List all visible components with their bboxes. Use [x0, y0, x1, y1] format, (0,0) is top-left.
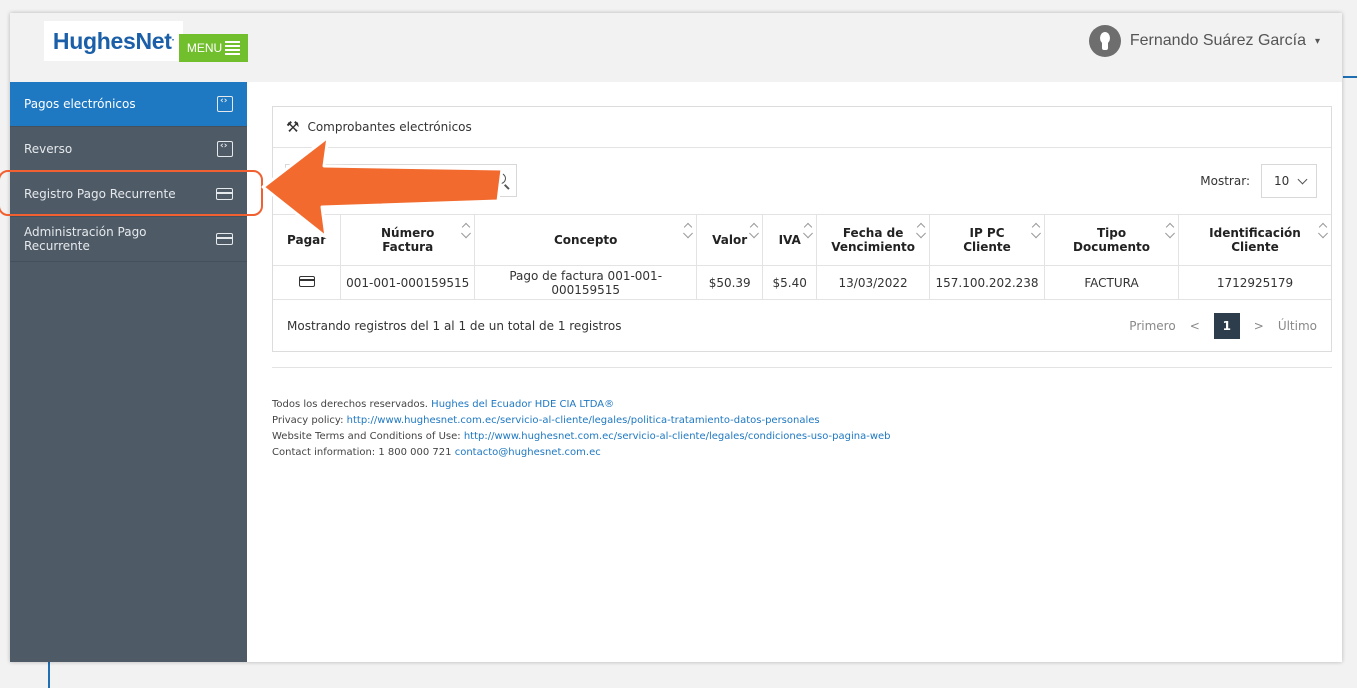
table-footer: Mostrando registros del 1 al 1 de un tot…: [273, 300, 1331, 351]
hughesnet-logo[interactable]: HughesNet.: [44, 21, 183, 61]
sidebar-item-label: Registro Pago Recurrente: [24, 187, 176, 201]
hamburger-icon: [225, 39, 241, 57]
contact-label: Contact information: 1 800 000 721: [272, 447, 452, 458]
menu-label: MENU: [186, 41, 223, 55]
user-avatar-icon: [1088, 25, 1121, 57]
page-size-control: Mostrar: 10: [1200, 164, 1317, 198]
fecha-cell: 13/03/2022: [816, 265, 931, 300]
pagination-current-page[interactable]: 1: [1213, 312, 1240, 339]
top-bar: HughesNet. MENU Fernando Suárez García ▾: [10, 13, 1342, 82]
sort-icon: [1031, 222, 1041, 232]
menu-button[interactable]: MENU: [179, 34, 248, 62]
page-size-select[interactable]: 10: [1261, 164, 1317, 198]
identificacion-cell: 1712925179: [1178, 265, 1331, 300]
invoices-table: Pagar Número Factura Concepto Valor IVA …: [273, 214, 1331, 300]
tipo-documento-cell: FACTURA: [1044, 265, 1180, 300]
sort-icon: [683, 222, 693, 232]
sort-icon: [749, 222, 759, 232]
sidebar-item-label: Pagos electrónicos: [24, 97, 136, 111]
chevron-down-icon: [1297, 174, 1308, 184]
panel-title: Comprobantes electrónicos: [307, 120, 472, 134]
sidebar-item-pagos-electronicos[interactable]: Pagos electrónicos: [10, 82, 247, 127]
sidebar-item-administracion-pago-recurrente[interactable]: Administración Pago Recurrente: [10, 217, 247, 262]
column-header-iva[interactable]: IVA: [762, 214, 818, 266]
pagination: Primero < 1 > Último: [1129, 312, 1317, 339]
terms-link[interactable]: http://www.hughesnet.com.ec/servicio-al-…: [464, 431, 891, 442]
pagination-last[interactable]: Último: [1278, 319, 1317, 333]
column-header-ip-pc-cliente[interactable]: IP PC Cliente: [929, 214, 1046, 266]
sort-icon: [916, 222, 926, 232]
comprobantes-panel: ⚒ Comprobantes electrónicos Mostrar: 10: [272, 106, 1332, 352]
pagination-first[interactable]: Primero: [1129, 319, 1175, 333]
decorative-line: [1343, 76, 1357, 78]
concepto-cell: Pago de factura 001-001-000159515: [474, 265, 698, 300]
logo-mark: .: [171, 31, 175, 43]
sidebar: Pagos electrónicos Reverso Registro Pago…: [10, 82, 247, 662]
credit-card-icon: [216, 188, 233, 200]
search-icon: [495, 173, 506, 184]
user-menu[interactable]: Fernando Suárez García ▾: [1088, 25, 1320, 57]
iva-cell: $5.40: [762, 265, 818, 300]
document-code-icon: [217, 141, 233, 157]
company-link[interactable]: Hughes del Ecuador HDE CIA LTDA®: [431, 399, 614, 410]
page-footer: Todos los derechos reservados. Hughes de…: [272, 397, 1332, 461]
sidebar-item-label: Administración Pago Recurrente: [24, 225, 147, 253]
caret-down-icon: ▾: [1314, 35, 1320, 47]
search-input[interactable]: [285, 164, 517, 197]
rights-text: Todos los derechos reservados.: [272, 399, 428, 410]
main-content: ⚒ Comprobantes electrónicos Mostrar: 10: [272, 106, 1332, 461]
table-controls: Mostrar: 10: [273, 148, 1331, 214]
sidebar-item-label: Reverso: [24, 142, 73, 156]
terms-label: Website Terms and Conditions of Use:: [272, 431, 461, 442]
sidebar-item-reverso[interactable]: Reverso: [10, 127, 247, 172]
pay-cell: [273, 265, 342, 300]
column-header-identificacion-cliente[interactable]: Identificación Cliente: [1178, 214, 1331, 266]
logo-text: HughesNet: [52, 27, 172, 54]
column-header-tipo-documento[interactable]: Tipo Documento: [1044, 214, 1180, 266]
sidebar-item-registro-pago-recurrente[interactable]: Registro Pago Recurrente: [10, 172, 247, 217]
credit-card-icon[interactable]: [298, 275, 315, 287]
sort-icon: [803, 222, 813, 232]
panel-header: ⚒ Comprobantes electrónicos: [273, 107, 1331, 148]
numero-factura-cell: 001-001-000159515: [340, 265, 476, 300]
sort-icon: [1318, 222, 1328, 232]
credit-card-icon: [216, 233, 233, 245]
column-header-valor[interactable]: Valor: [696, 214, 764, 266]
sort-icon: [1165, 222, 1175, 232]
sort-icon: [461, 222, 471, 232]
user-name: Fernando Suárez García: [1129, 32, 1306, 49]
column-header-concepto[interactable]: Concepto: [474, 214, 698, 266]
column-header-numero-factura[interactable]: Número Factura: [340, 214, 476, 266]
contact-email-link[interactable]: contacto@hughesnet.com.ec: [455, 447, 601, 458]
records-summary: Mostrando registros del 1 al 1 de un tot…: [287, 318, 622, 333]
valor-cell: $50.39: [696, 265, 764, 300]
app-window: HughesNet. MENU Fernando Suárez García ▾…: [10, 13, 1342, 662]
pagination-next[interactable]: >: [1254, 319, 1264, 333]
privacy-label: Privacy policy:: [272, 415, 344, 426]
pagination-prev[interactable]: <: [1190, 319, 1200, 333]
show-label: Mostrar:: [1200, 174, 1250, 188]
table-row: 001-001-000159515 Pago de factura 001-00…: [273, 265, 1331, 300]
document-code-icon: [217, 96, 233, 112]
divider: [272, 367, 1332, 368]
ip-cell: 157.100.202.238: [929, 265, 1046, 300]
page-size-value: 10: [1274, 174, 1290, 188]
tools-icon: ⚒: [286, 118, 300, 136]
privacy-link[interactable]: http://www.hughesnet.com.ec/servicio-al-…: [347, 415, 820, 426]
column-header-fecha-vencimiento[interactable]: Fecha de Vencimiento: [816, 214, 931, 266]
column-header-pagar[interactable]: Pagar: [273, 214, 342, 266]
